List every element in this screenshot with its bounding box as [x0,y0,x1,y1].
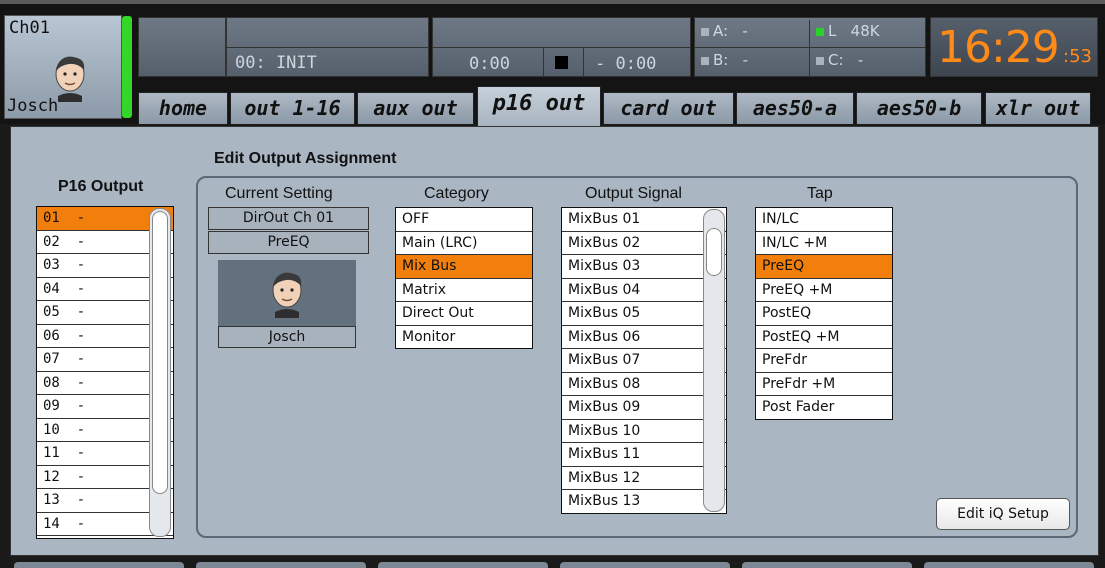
current-tap: PreEQ [208,231,369,254]
output-signal-scrollbar[interactable] [703,209,725,512]
divider [583,48,584,77]
source-b: B: - [701,51,748,69]
output-signal-item[interactable]: MixBus 07 [562,349,726,373]
status-dot-icon [701,28,709,36]
current-source: DirOut Ch 01 [208,207,369,230]
tab-out-1-16[interactable]: out 1-16 [230,92,355,124]
output-signal-item[interactable]: MixBus 08 [562,373,726,396]
category-item[interactable]: Main (LRC) [396,232,532,255]
head-avatar-icon [55,56,85,102]
tape-elapsed: 0:00 [469,54,510,74]
tap-item[interactable]: IN/LC [756,208,892,232]
tab-home[interactable]: home [138,92,228,124]
tap-item[interactable]: PreEQ [756,255,892,279]
head-avatar-icon [272,272,302,318]
output-signal-item[interactable]: MixBus 12 [562,467,726,490]
tape-display[interactable]: 0:00 - 0:00 [432,17,691,77]
top-bar: Ch01 Josch 00: INIT 0:00 - 0:00 A: - L 4… [0,0,1105,126]
status-dot-icon [816,57,824,65]
divider [543,48,544,77]
tap-title: Tap [807,185,833,202]
scene-name: 00: INIT [235,53,317,73]
output-signal-item[interactable]: MixBus 13 [562,490,726,513]
category-list: OFF Main (LRC) Mix Bus Matrix Direct Out… [395,207,533,349]
p16-output-title: P16 Output [58,178,144,195]
tap-item[interactable]: IN/LC +M [756,232,892,255]
bottom-button[interactable] [14,562,184,568]
edit-title: Edit Output Assignment [214,150,397,167]
divider [433,47,690,48]
current-setting-title: Current Setting [225,185,333,202]
edit-iq-setup-button[interactable]: Edit iQ Setup [936,498,1070,530]
output-signal-item[interactable]: MixBus 11 [562,443,726,467]
tap-item[interactable]: PostEQ +M [756,326,892,349]
tab-p16-out[interactable]: p16 out [477,86,601,126]
channel-name: Josch [7,96,59,116]
category-title: Category [424,185,489,202]
current-name: Josch [218,326,356,348]
p16-scrollbar[interactable] [149,208,171,537]
tap-item[interactable]: PostEQ [756,302,892,326]
channel-level-meter [122,16,132,118]
tab-aes50-a[interactable]: aes50-a [736,92,854,124]
tab-aes50-b[interactable]: aes50-b [856,92,982,124]
status-dot-icon [816,28,824,36]
output-signal-item[interactable]: MixBus 01 [562,208,726,232]
clock-seconds: :53 [1063,46,1092,67]
tape-remaining: - 0:00 [595,54,657,74]
divider [695,47,925,48]
tab-xlr-out[interactable]: xlr out [985,92,1091,124]
avatar [218,260,356,326]
category-item[interactable]: Matrix [396,279,532,302]
category-item[interactable]: Direct Out [396,302,532,326]
top-hairline [0,0,1105,4]
output-signal-item[interactable]: MixBus 09 [562,396,726,420]
tab-aux-out[interactable]: aux out [357,92,474,124]
stop-icon [555,56,568,69]
source-l: L 48K [816,22,880,40]
tap-item[interactable]: PreEQ +M [756,279,892,302]
output-signal-item[interactable]: MixBus 06 [562,326,726,349]
tap-list: IN/LC IN/LC +M PreEQ PreEQ +M PostEQ Pos… [755,207,893,420]
scene-display[interactable]: 00: INIT [226,17,429,77]
sync-source-display: A: - L 48K B: - C: - [694,17,926,77]
category-item[interactable]: Monitor [396,326,532,349]
output-signal-title: Output Signal [585,185,682,202]
divider [809,20,810,76]
bottom-button[interactable] [196,562,366,568]
tab-card-out[interactable]: card out [603,92,734,124]
category-item[interactable]: OFF [396,208,532,232]
bottom-button[interactable] [742,562,912,568]
output-signal-item[interactable]: MixBus 02 [562,232,726,255]
bottom-button[interactable] [378,562,548,568]
tap-item[interactable]: PreFdr +M [756,373,892,396]
output-signal-item[interactable]: MixBus 04 [562,279,726,302]
clock-display: 16:29 :53 [930,17,1098,77]
channel-select-box[interactable]: Ch01 Josch [4,15,122,119]
tap-item[interactable]: PreFdr [756,349,892,373]
bottom-button[interactable] [924,562,1094,568]
divider [227,47,428,48]
clock-time: 16:29 [937,22,1060,73]
scene-indicator [138,17,226,77]
channel-number: Ch01 [9,18,50,38]
output-signal-scroll-thumb[interactable] [706,228,722,276]
output-signal-item[interactable]: MixBus 03 [562,255,726,279]
source-c: C: - [816,51,863,69]
bottom-button[interactable] [560,562,730,568]
output-signal-item[interactable]: MixBus 05 [562,302,726,326]
source-a: A: - [701,22,748,40]
output-signal-item[interactable]: MixBus 10 [562,420,726,443]
category-item[interactable]: Mix Bus [396,255,532,279]
tap-item[interactable]: Post Fader [756,396,892,419]
p16-scroll-thumb[interactable] [152,211,168,494]
status-dot-icon [701,57,709,65]
